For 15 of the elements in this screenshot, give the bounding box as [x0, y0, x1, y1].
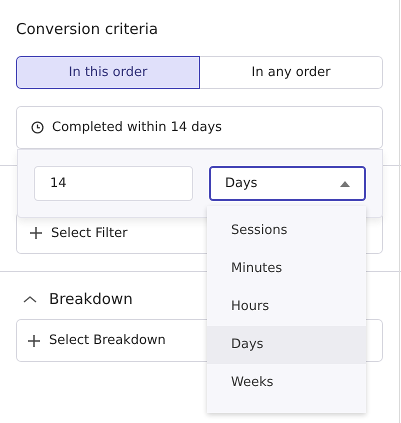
unit-option[interactable]: Days — [207, 326, 366, 364]
unit-select[interactable]: Days — [209, 166, 366, 201]
breakdown-heading: Breakdown — [49, 290, 133, 308]
plus-icon — [27, 334, 41, 348]
order-tab[interactable]: In this order — [16, 56, 200, 89]
amount-input[interactable]: 14 — [34, 166, 193, 201]
caret-icon — [340, 180, 350, 186]
unit-option[interactable]: Weeks — [207, 364, 366, 402]
section-title: Conversion criteria — [16, 19, 160, 40]
clock-icon — [31, 121, 44, 134]
chevron-icon[interactable] — [22, 294, 38, 304]
unit-option[interactable]: Sessions — [207, 212, 366, 250]
within-button[interactable]: Completed within 14 days — [16, 106, 383, 149]
order-tab[interactable]: In any order — [200, 56, 383, 89]
plus-icon — [29, 226, 43, 240]
